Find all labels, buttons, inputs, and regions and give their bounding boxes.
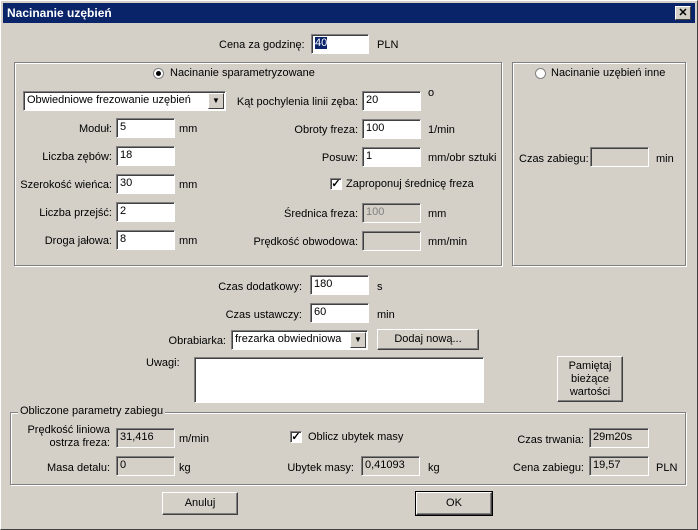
oblicz-ubytek-label: Oblicz ubytek masy <box>308 431 404 443</box>
masa-detalu-output: 0 <box>116 456 175 476</box>
czas-ustawczy-input[interactable]: 60 <box>310 303 369 323</box>
kat-label: Kąt pochylenia linii zęba: <box>236 96 358 108</box>
srednica-unit: mm <box>428 208 447 220</box>
chevron-down-icon: ▼ <box>208 93 224 109</box>
obroty-input[interactable]: 100 <box>362 119 421 139</box>
method-select[interactable]: Obwiedniowe frezowanie uzębień ▼ <box>23 91 226 111</box>
predkosc-liniowa-label-1: Prędkość liniowa <box>27 424 110 436</box>
zeby-label: Liczba zębów: <box>42 151 112 163</box>
droga-label: Droga jałowa: <box>44 235 112 247</box>
srednica-label: Średnica freza: <box>284 208 358 220</box>
cena-label: Cena za godzinę: <box>219 39 305 51</box>
ubytek-masy-unit: kg <box>428 462 440 474</box>
czas-zabiegu-unit: min <box>656 153 674 165</box>
uwagi-textarea[interactable] <box>194 357 484 403</box>
ok-button[interactable]: OK <box>415 491 493 516</box>
modul-label: Moduł: <box>78 123 112 135</box>
cena-zabiegu-unit: PLN <box>656 462 678 474</box>
cena-unit: PLN <box>377 39 399 51</box>
szerokosc-unit: mm <box>179 179 198 191</box>
cancel-button[interactable]: Anuluj <box>162 492 238 515</box>
results-group <box>10 412 686 485</box>
masa-detalu-unit: kg <box>179 462 191 474</box>
ubytek-masy-output: 0,41093 <box>361 456 420 476</box>
other-radio-label: Nacinanie uzębień inne <box>551 67 666 79</box>
czas-dodatkowy-unit: s <box>377 281 383 293</box>
obrabiarka-label: Obrabiarka: <box>168 335 226 347</box>
dodaj-button[interactable]: Dodaj nową... <box>377 329 479 350</box>
czas-trwania-label: Czas trwania: <box>517 434 584 446</box>
oblicz-ubytek-checkbox[interactable]: ✓ <box>290 431 302 443</box>
title-bar: Nacinanie uzębień ✕ <box>3 3 695 23</box>
zaproponuj-checkbox[interactable]: ✓ <box>330 178 342 190</box>
window-title: Nacinanie uzębień <box>7 6 112 20</box>
czas-ustawczy-unit: min <box>377 309 395 321</box>
czas-ustawczy-label: Czas ustawczy: <box>225 309 302 321</box>
modul-unit: mm <box>179 123 198 135</box>
predkosc-obwodowa-unit: mm/min <box>428 236 468 248</box>
obroty-label: Obroty freza: <box>294 124 358 136</box>
kat-input[interactable]: 20 <box>362 91 421 111</box>
predkosc-obwodowa-input[interactable] <box>362 231 421 251</box>
zeby-input[interactable]: 18 <box>116 146 175 166</box>
szerokosc-label: Szerokość wieńca: <box>20 179 112 191</box>
przejscia-input[interactable]: 2 <box>116 202 175 222</box>
modul-input[interactable]: 5 <box>116 118 175 138</box>
pamietaj-line1: Pamiętaj <box>568 360 612 372</box>
szerokosc-input[interactable]: 30 <box>116 174 175 194</box>
masa-detalu-label: Masa detalu: <box>47 462 110 474</box>
uwagi-label: Uwagi: <box>146 357 180 369</box>
przejscia-label: Liczba przejść: <box>39 207 112 219</box>
pamietaj-button[interactable]: Pamiętaj bieżące wartości <box>557 356 623 402</box>
posuw-unit: mm/obr sztuki <box>428 152 497 164</box>
czas-trwania-output: 29m20s <box>589 428 649 448</box>
other-radio[interactable] <box>535 68 546 79</box>
close-button[interactable]: ✕ <box>675 6 691 20</box>
posuw-label: Posuw: <box>321 152 358 164</box>
posuw-input[interactable]: 1 <box>362 147 421 167</box>
czas-dodatkowy-label: Czas dodatkowy: <box>218 281 302 293</box>
ubytek-masy-label: Ubytek masy: <box>287 462 354 474</box>
czas-dodatkowy-input[interactable]: 180 <box>310 275 369 295</box>
predkosc-liniowa-output: 31,416 <box>116 428 175 448</box>
droga-unit: mm <box>179 235 198 247</box>
parametrized-radio[interactable] <box>153 68 164 79</box>
chevron-down-icon: ▼ <box>350 332 366 348</box>
czas-zabiegu-label: Czas zabiegu: <box>519 153 589 165</box>
pamietaj-line2: bieżące <box>571 373 609 385</box>
obrabiarka-select[interactable]: frezarka obwiedniowa ▼ <box>231 330 368 350</box>
zaproponuj-label: Zaproponuj średnicę freza <box>346 178 474 190</box>
parametrized-radio-label: Nacinanie sparametryzowane <box>170 67 315 79</box>
droga-input[interactable]: 8 <box>116 230 175 250</box>
czas-zabiegu-input[interactable] <box>590 147 649 167</box>
kat-unit: o <box>428 87 435 99</box>
predkosc-obwodowa-label: Prędkość obwodowa: <box>253 236 358 248</box>
cena-zabiegu-label: Cena zabiegu: <box>513 462 584 474</box>
results-group-title: Obliczone parametry zabiegu <box>18 405 166 417</box>
srednica-input[interactable]: 100 <box>362 203 421 223</box>
cena-input[interactable]: 40 <box>311 34 369 54</box>
pamietaj-line3: wartości <box>569 386 611 398</box>
cena-zabiegu-output: 19,57 <box>589 456 649 476</box>
predkosc-liniowa-unit: m/min <box>179 433 209 445</box>
predkosc-liniowa-label-2: ostrza freza: <box>49 437 110 449</box>
obroty-unit: 1/min <box>428 124 455 136</box>
